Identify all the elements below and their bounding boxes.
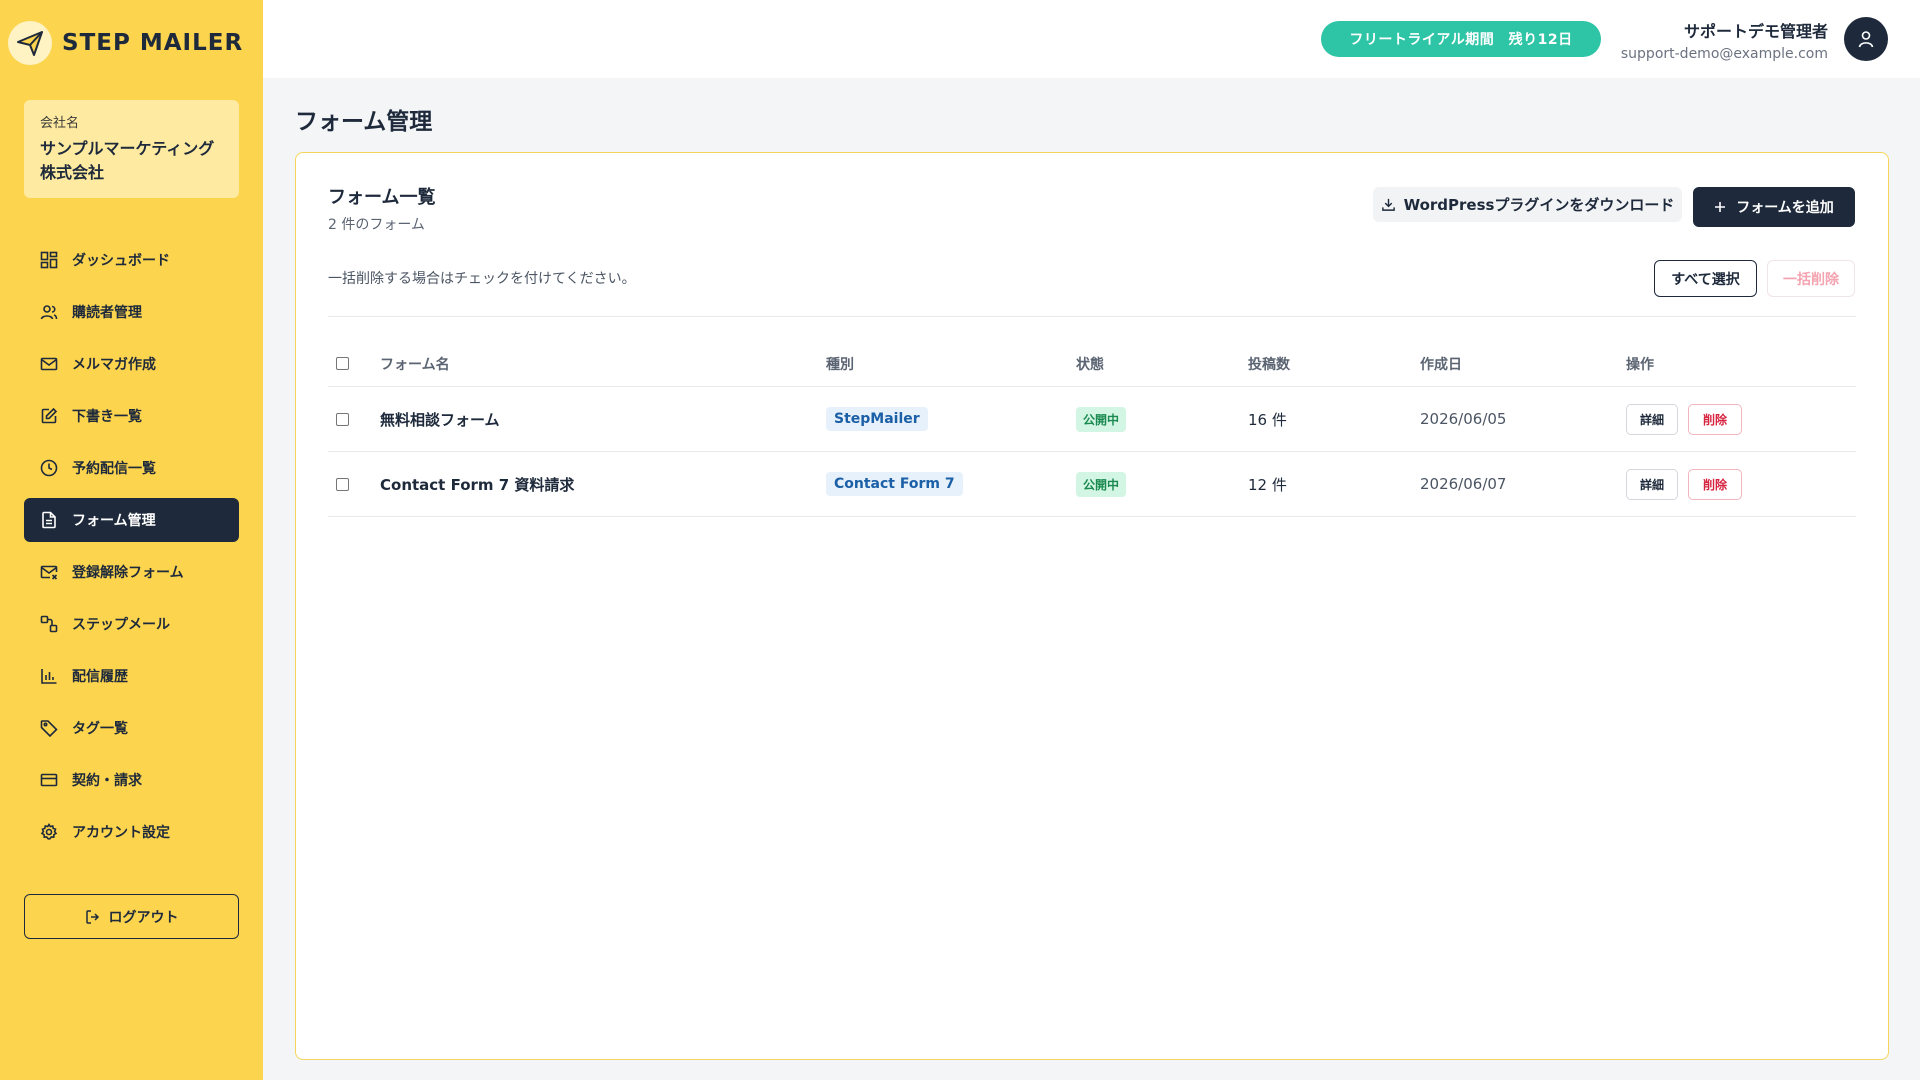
top-header: フリートライアル期間 残り12日 サポートデモ管理者 support-demo@…	[263, 0, 1920, 78]
select-all-checkbox[interactable]	[336, 357, 349, 370]
table-row: 無料相談フォーム StepMailer 公開中 16 件 2026/06/05 …	[328, 387, 1856, 452]
avatar[interactable]	[1844, 17, 1888, 61]
page-title: フォーム管理	[295, 109, 433, 135]
company-name: サンプルマーケティング 株式会社	[40, 137, 223, 185]
user-name: サポートデモ管理者	[1683, 22, 1828, 41]
sidebar-nav: ダッシュボード 購読者管理 メルマガ作成 下書き一覧 予約配信一覧 フォーム管理…	[24, 238, 239, 862]
form-type-badge: StepMailer	[826, 407, 928, 431]
add-form-button[interactable]: フォームを追加	[1693, 187, 1855, 227]
clock-icon	[40, 459, 58, 477]
detail-button[interactable]: 詳細	[1626, 403, 1678, 435]
company-card: 会社名 サンプルマーケティング 株式会社	[24, 100, 239, 198]
edit-icon	[41, 407, 58, 424]
company-label: 会社名	[40, 116, 80, 131]
form-type-badge: Contact Form 7	[826, 472, 963, 496]
form-name: Contact Form 7 資料請求	[380, 475, 575, 494]
status-badge: 公開中	[1076, 471, 1127, 497]
submission-count: 12 件	[1248, 475, 1287, 494]
add-form-label: フォームを追加	[1736, 200, 1834, 216]
logo[interactable]: STEP MAILER	[8, 20, 243, 66]
sidebar-item-label: ステップメール	[72, 617, 170, 633]
trial-badge: フリートライアル期間 残り12日	[1321, 21, 1601, 57]
sidebar-item-step-mail[interactable]: ステップメール	[24, 602, 239, 646]
users-icon	[40, 305, 58, 320]
mail-x-icon	[40, 565, 58, 580]
sidebar-item-scheduled[interactable]: 予約配信一覧	[24, 446, 239, 490]
sidebar-item-tags[interactable]: タグ一覧	[24, 706, 239, 750]
gear-icon	[40, 823, 58, 840]
sidebar-item-drafts[interactable]: 下書き一覧	[24, 394, 239, 438]
download-icon	[1381, 198, 1395, 211]
sidebar-item-history[interactable]: 配信履歴	[24, 654, 239, 698]
sidebar-item-label: 登録解除フォーム	[72, 565, 184, 581]
row-checkbox[interactable]	[336, 477, 349, 491]
paper-plane-icon	[8, 21, 52, 65]
sidebar-item-label: アカウント設定	[72, 825, 170, 841]
download-plugin-button[interactable]: WordPressプラグインをダウンロード	[1373, 187, 1682, 222]
file-icon	[42, 511, 56, 529]
company-name-line1: サンプルマーケティング	[40, 139, 215, 158]
status-badge: 公開中	[1076, 406, 1127, 432]
detail-button[interactable]: 詳細	[1626, 468, 1678, 500]
sidebar-item-label: メルマガ作成	[72, 357, 156, 373]
user-icon	[1858, 31, 1874, 48]
logout-label: ログアウト	[108, 909, 179, 926]
download-plugin-label: WordPressプラグインをダウンロード	[1403, 196, 1675, 214]
sidebar-item-label: ダッシュボード	[72, 253, 170, 269]
form-count: 2 件のフォーム	[328, 217, 425, 233]
sidebar-item-label: タグ一覧	[72, 721, 128, 737]
forms-table: フォーム名 種別 状態 投稿数 作成日 操作 無料相談フォーム StepMail…	[328, 341, 1856, 517]
form-name: 無料相談フォーム	[380, 410, 500, 429]
logout-button[interactable]: ログアウト	[24, 894, 239, 939]
column-header-type: 種別	[826, 356, 854, 373]
sidebar-item-forms[interactable]: フォーム管理	[24, 498, 239, 542]
user-email: support-demo@example.com	[1620, 46, 1828, 62]
logout-icon	[85, 909, 99, 924]
logo-text: STEP MAILER	[62, 30, 244, 56]
sidebar-item-newsletter[interactable]: メルマガ作成	[24, 342, 239, 386]
divider	[328, 316, 1856, 317]
bar-chart-icon	[41, 669, 57, 684]
column-header-status: 状態	[1076, 356, 1104, 373]
delete-button[interactable]: 削除	[1688, 403, 1742, 435]
card-title: フォーム一覧	[328, 187, 436, 208]
column-header-name: フォーム名	[380, 356, 450, 373]
sidebar-item-account-settings[interactable]: アカウント設定	[24, 810, 239, 854]
created-date: 2026/06/07	[1420, 475, 1507, 493]
bulk-delete-button[interactable]: 一括削除	[1767, 260, 1855, 297]
created-date: 2026/06/05	[1420, 410, 1507, 428]
workflow-icon	[40, 615, 58, 633]
delete-button[interactable]: 削除	[1688, 468, 1742, 500]
row-checkbox[interactable]	[336, 412, 349, 426]
sidebar: STEP MAILER 会社名 サンプルマーケティング 株式会社 ダッシュボード…	[0, 0, 263, 1080]
sidebar-item-billing[interactable]: 契約・請求	[24, 758, 239, 802]
sidebar-item-label: 配信履歴	[72, 669, 128, 685]
mail-icon	[40, 357, 58, 371]
sidebar-item-dashboard[interactable]: ダッシュボード	[24, 238, 239, 282]
sidebar-item-label: 下書き一覧	[72, 409, 142, 425]
dashboard-icon	[40, 251, 58, 269]
table-header-row: フォーム名 種別 状態 投稿数 作成日 操作	[328, 341, 1856, 387]
sidebar-item-unsubscribe[interactable]: 登録解除フォーム	[24, 550, 239, 594]
plus-icon	[1715, 202, 1726, 212]
select-all-button[interactable]: すべて選択	[1654, 260, 1757, 297]
tag-icon	[40, 720, 58, 737]
table-row: Contact Form 7 資料請求 Contact Form 7 公開中 1…	[328, 452, 1856, 517]
sidebar-item-label: 購読者管理	[72, 305, 142, 321]
column-header-count: 投稿数	[1248, 356, 1290, 373]
form-list-card: フォーム一覧 2 件のフォーム WordPressプラグインをダウンロード フォ…	[295, 152, 1889, 1060]
submission-count: 16 件	[1248, 410, 1287, 429]
credit-card-icon	[40, 773, 58, 787]
sidebar-item-label: 契約・請求	[72, 773, 142, 789]
sidebar-item-label: 予約配信一覧	[72, 461, 156, 477]
column-header-actions: 操作	[1626, 356, 1654, 373]
column-header-date: 作成日	[1420, 356, 1462, 373]
bulk-delete-note: 一括削除する場合はチェックを付けてください。	[328, 271, 636, 287]
user-info: サポートデモ管理者 support-demo@example.com	[1621, 18, 1828, 62]
sidebar-item-subscribers[interactable]: 購読者管理	[24, 290, 239, 334]
sidebar-item-label: フォーム管理	[72, 513, 156, 529]
company-name-line2: 株式会社	[40, 163, 105, 182]
